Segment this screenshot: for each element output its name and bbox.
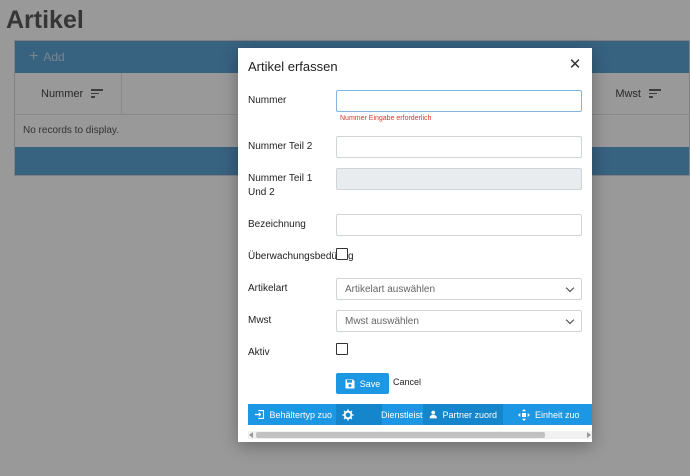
login-icon xyxy=(254,410,265,419)
label-bezeichnung: Bezeichnung xyxy=(248,219,306,230)
label-artikelart: Artikelart xyxy=(248,283,288,294)
label-mwst: Mwst xyxy=(248,315,272,326)
chevron-down-icon xyxy=(565,283,575,292)
mwst-select[interactable]: Mwst auswählen xyxy=(336,310,582,332)
scroll-right-icon[interactable] xyxy=(587,432,591,438)
cancel-button[interactable]: Cancel xyxy=(393,377,421,387)
nummer-error: Nummer Eingabe erforderlich xyxy=(340,115,432,122)
save-button[interactable]: Save xyxy=(336,373,389,394)
ueberwachung-checkbox[interactable] xyxy=(336,248,348,260)
aktiv-checkbox[interactable] xyxy=(336,343,348,355)
article-dialog: Artikel erfassen ✕ Nummer Nummer Eingabe… xyxy=(238,48,592,442)
behaeltertyp-button[interactable]: Behältertyp zuo xyxy=(248,404,338,425)
nummer-input[interactable] xyxy=(336,90,582,112)
scrollbar-thumb[interactable] xyxy=(256,432,545,438)
horizontal-scrollbar[interactable] xyxy=(248,431,592,439)
nummer-teil12-input xyxy=(336,168,582,190)
relations-toolbar: Behältertyp zuo Dienstleistu Partner zuo… xyxy=(248,404,592,425)
label-aktiv: Aktiv xyxy=(248,347,270,358)
partner-button[interactable]: Partner zuord xyxy=(423,404,503,425)
bezeichnung-input[interactable] xyxy=(336,214,582,236)
scroll-left-icon[interactable] xyxy=(249,432,253,438)
artikelart-select[interactable]: Artikelart auswählen xyxy=(336,278,582,300)
chevron-down-icon xyxy=(565,315,575,324)
save-icon xyxy=(345,379,355,388)
gear-icon xyxy=(342,409,354,420)
label-nummer-teil2: Nummer Teil 2 xyxy=(248,141,313,152)
label-nummer-teil12: Nummer Teil 1 Und 2 xyxy=(248,173,313,198)
person-icon xyxy=(429,410,437,419)
move-icon xyxy=(518,408,530,421)
nummer-teil2-input[interactable] xyxy=(336,136,582,158)
einheit-button[interactable]: Einheit zuo xyxy=(512,404,592,425)
close-icon[interactable]: ✕ xyxy=(567,57,583,73)
label-nummer: Nummer xyxy=(248,95,287,106)
dialog-title: Artikel erfassen xyxy=(248,59,338,74)
